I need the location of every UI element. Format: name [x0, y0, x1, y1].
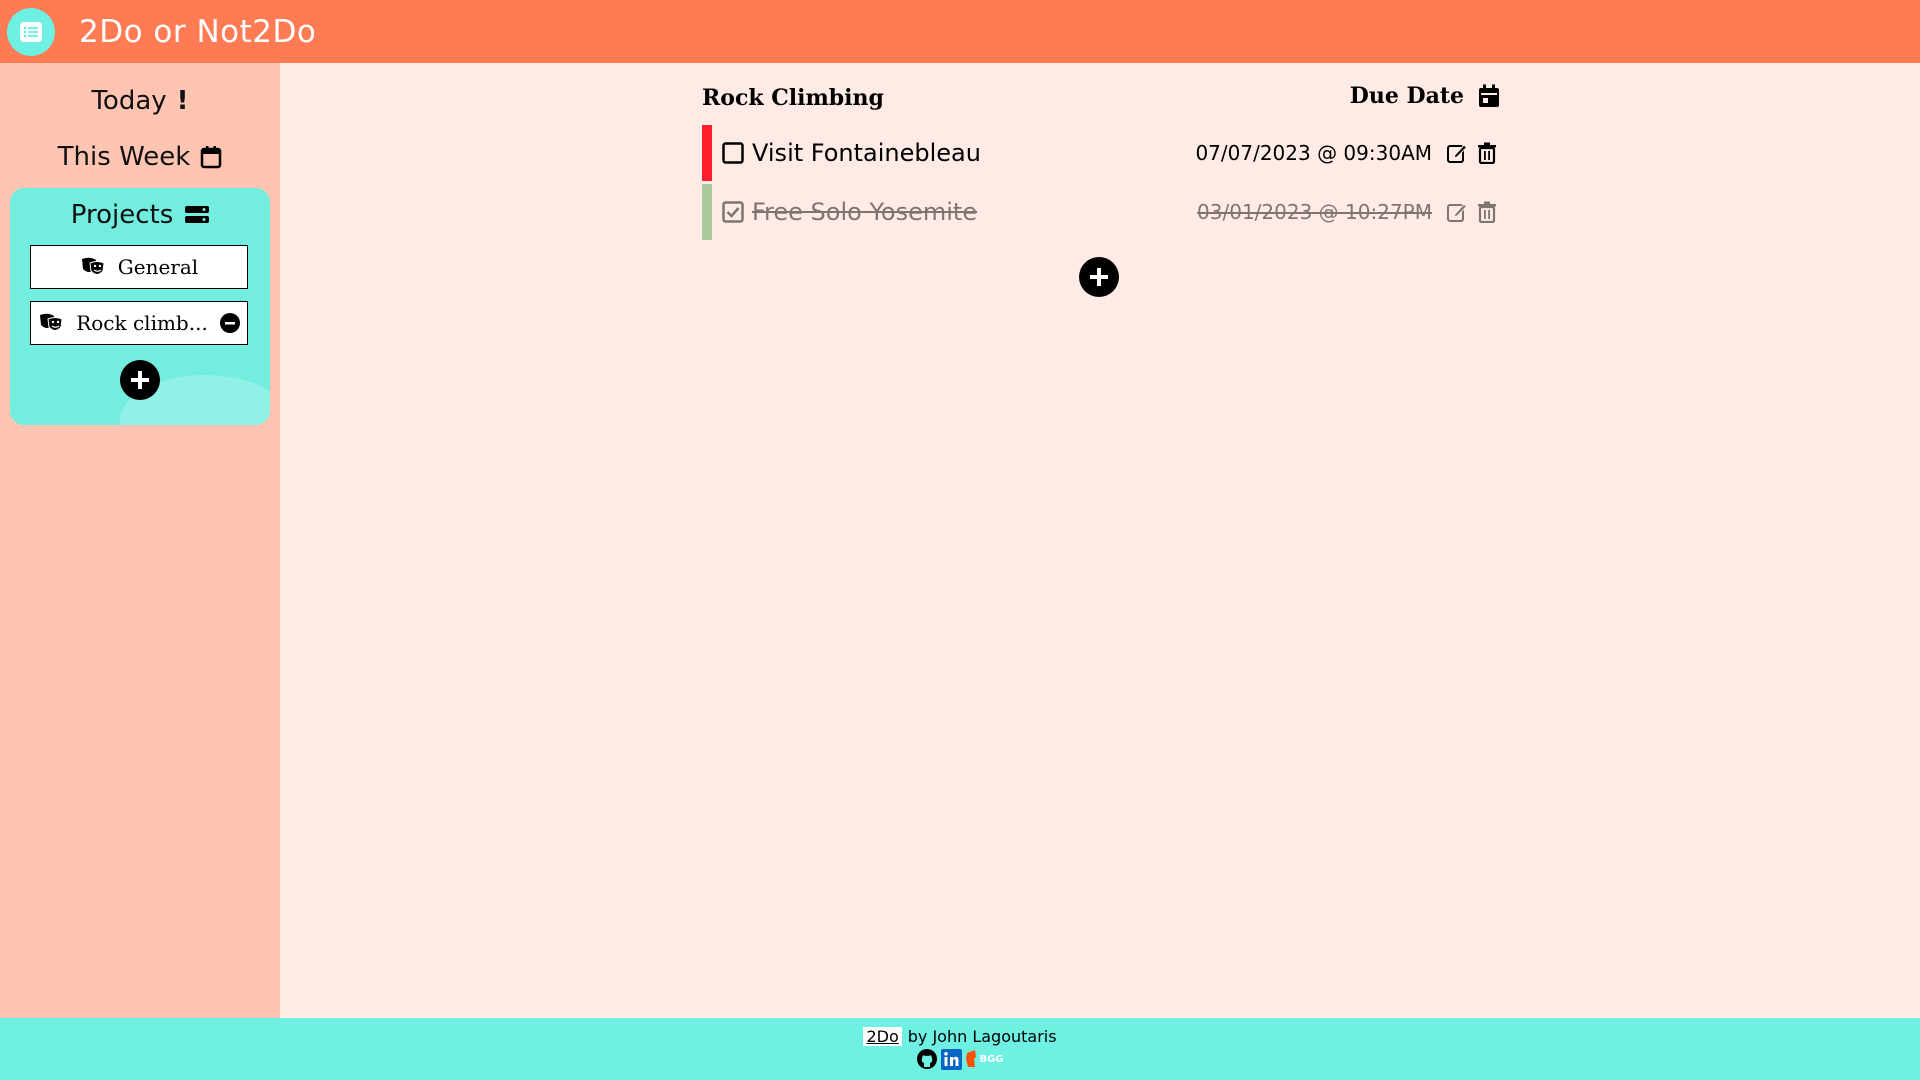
- sidebar: Today ! This Week Projects General Rock …: [0, 63, 280, 1018]
- task-row: Free Solo Yosemite 03/01/2023 @ 10:27PM: [702, 184, 1500, 240]
- projects-header: Projects: [10, 200, 270, 230]
- theater-masks-icon: [40, 313, 63, 331]
- app-title: 2Do or Not2Do: [79, 13, 317, 50]
- sidebar-item-this-week-label: This Week: [57, 142, 191, 172]
- delete-task-button[interactable]: [1474, 199, 1500, 225]
- task-name: Free Solo Yosemite: [752, 198, 978, 226]
- author-credit: by John Lagoutaris: [907, 1027, 1057, 1046]
- github-icon[interactable]: [916, 1048, 938, 1070]
- edit-task-button[interactable]: [1444, 199, 1470, 225]
- checklist-icon: [20, 21, 42, 42]
- social-links: BGG: [0, 1048, 1920, 1070]
- calendar-icon: [201, 146, 222, 169]
- edit-icon: [1447, 144, 1468, 163]
- server-stack-icon: [185, 206, 210, 223]
- calendar-icon: [1479, 84, 1499, 107]
- project-item-label: General: [117, 255, 199, 279]
- project-item-general[interactable]: General: [30, 245, 248, 289]
- edit-task-button[interactable]: [1444, 140, 1470, 166]
- sidebar-item-today-label: Today: [91, 86, 167, 116]
- delete-task-button[interactable]: [1474, 140, 1500, 166]
- sidebar-item-this-week[interactable]: This Week: [0, 137, 280, 177]
- bgg-label: BGG: [979, 1053, 1004, 1065]
- bgg-icon: [966, 1050, 977, 1067]
- linkedin-icon[interactable]: [941, 1048, 963, 1070]
- project-title: Rock Climbing: [702, 85, 884, 111]
- task-name: Visit Fontainebleau: [752, 139, 981, 167]
- footer: 2Do by John Lagoutaris BGG: [0, 1018, 1920, 1080]
- projects-panel: Projects General Rock climb...: [10, 188, 270, 425]
- checkbox-checked-icon[interactable]: [722, 201, 744, 223]
- trash-icon: [1478, 201, 1496, 223]
- priority-indicator: [702, 125, 712, 181]
- priority-indicator: [702, 184, 712, 240]
- projects-label: Projects: [70, 200, 174, 230]
- sidebar-item-today[interactable]: Today !: [0, 81, 280, 121]
- project-item-rock-climbing[interactable]: Rock climb...: [30, 301, 248, 345]
- brand-link[interactable]: 2Do: [863, 1027, 902, 1046]
- due-date-label: Due Date: [1349, 83, 1464, 109]
- trash-icon: [1478, 142, 1496, 164]
- logo-button[interactable]: [7, 7, 55, 56]
- main-content: Rock Climbing Due Date Visit Fontaineble…: [280, 63, 1920, 1018]
- exclamation-icon: !: [176, 86, 189, 116]
- footer-credit: 2Do by John Lagoutaris: [0, 1027, 1920, 1046]
- add-task-button[interactable]: [1079, 257, 1119, 297]
- app-header: 2Do or Not2Do: [0, 0, 1920, 63]
- plus-icon: [131, 371, 149, 389]
- plus-icon: [1090, 268, 1108, 286]
- theater-masks-icon: [81, 257, 105, 275]
- edit-icon: [1447, 203, 1468, 222]
- task-row: Visit Fontainebleau 07/07/2023 @ 09:30AM: [702, 125, 1500, 181]
- checkbox-unchecked-icon[interactable]: [722, 142, 744, 164]
- bgg-link[interactable]: BGG: [965, 1050, 1004, 1068]
- task-due-date: 07/07/2023 @ 09:30AM: [1195, 141, 1432, 165]
- remove-project-icon[interactable]: [219, 313, 240, 333]
- add-project-button[interactable]: [120, 360, 160, 400]
- project-item-label: Rock climb...: [76, 311, 208, 335]
- task-due-date: 03/01/2023 @ 10:27PM: [1197, 200, 1432, 224]
- due-date-header[interactable]: Due Date: [1350, 83, 1500, 109]
